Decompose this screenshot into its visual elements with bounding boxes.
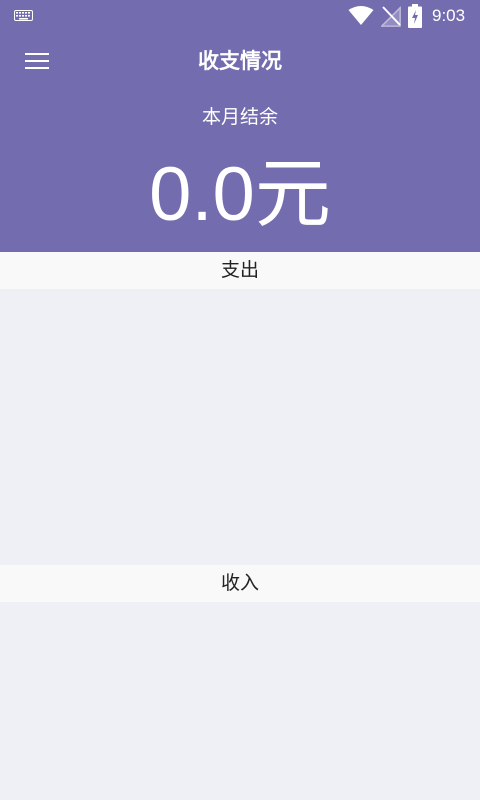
wifi-icon [348,6,374,25]
status-bar: 9:03 [0,0,480,32]
battery-charging-icon [408,4,422,28]
page-title: 收支情况 [198,49,282,73]
status-time: 9:03 [432,6,466,25]
keyboard-icon [14,10,33,21]
expense-chart-area [0,289,480,565]
header: 9:03 收支情况 本月结余 0.0元 [0,0,480,252]
income-chart-area [0,602,480,800]
income-section-header[interactable]: 收入 [0,565,480,602]
balance-label: 本月结余 [201,106,278,128]
expense-section-header[interactable]: 支出 [0,252,480,289]
no-signal-icon [381,6,401,27]
balance-value: 0.0元 [149,152,331,237]
